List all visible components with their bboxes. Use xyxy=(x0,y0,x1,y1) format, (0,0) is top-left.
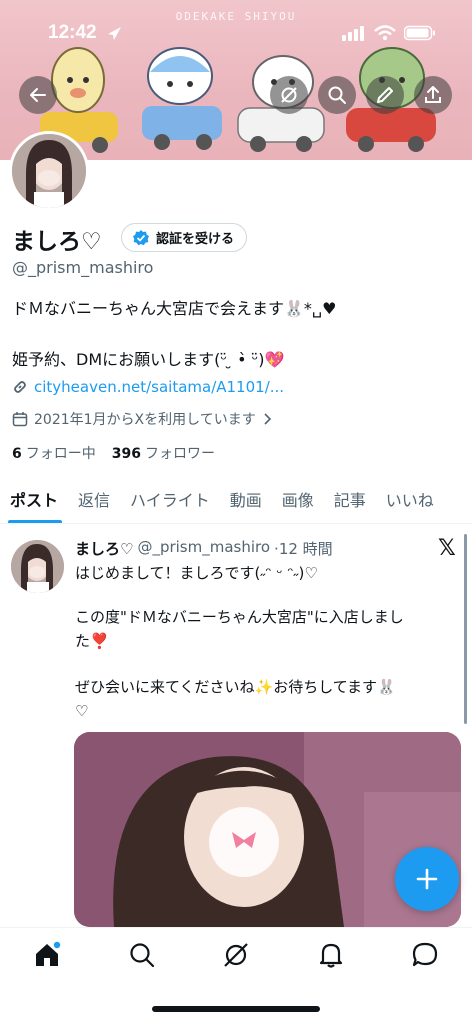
pencil-icon xyxy=(377,87,393,103)
tab-media[interactable]: 画像 xyxy=(272,478,324,523)
avatar-photo xyxy=(12,134,86,208)
chevron-right-icon xyxy=(264,413,271,425)
nav-notifications[interactable] xyxy=(316,940,346,970)
tab-highlights[interactable]: ハイライト xyxy=(120,478,220,523)
search-icon xyxy=(328,86,346,104)
post-text-line-4: ぜひ会いに来てくださいね✨お待ちしてます🐰 xyxy=(75,678,396,696)
post-author-name[interactable]: ましろ♡ xyxy=(75,538,133,559)
chat-icon xyxy=(412,942,438,967)
following-count: 6 xyxy=(12,446,22,462)
joined-date-text: 2021年1月からXを利用しています xyxy=(34,412,256,428)
followers-count: 396 xyxy=(111,446,141,462)
following-label: フォロー中 xyxy=(25,446,96,462)
search-icon xyxy=(130,943,155,968)
profile-link-text[interactable]: cityheaven.net/saitama/A1101/... xyxy=(34,378,284,396)
compose-button[interactable] xyxy=(395,847,459,911)
tab-posts[interactable]: ポスト xyxy=(0,478,68,523)
edit-button[interactable] xyxy=(366,76,404,114)
calendar-icon xyxy=(12,412,28,427)
cellular-signal-icon xyxy=(342,26,364,41)
verified-badge-icon xyxy=(133,229,149,245)
scrollbar[interactable] xyxy=(464,534,467,724)
post-text-line-2: この度"ドＭなバニーちゃん大宮店"に入店しまし xyxy=(75,608,404,626)
joined-date-row[interactable]: 2021年1月からXを利用しています xyxy=(12,409,272,429)
tab-articles[interactable]: 記事 xyxy=(324,478,376,523)
followers-label: フォロワー xyxy=(144,446,215,462)
home-indicator[interactable] xyxy=(152,1006,320,1012)
search-button[interactable] xyxy=(318,76,356,114)
tab-replies[interactable]: 返信 xyxy=(68,478,120,523)
following-stat[interactable]: 6 フォロー中 xyxy=(12,443,96,463)
follow-stats: 6 フォロー中 396 フォロワー xyxy=(12,443,215,463)
location-arrow-icon xyxy=(108,27,121,40)
bio-line-1: ドＭなバニーちゃん大宮店で会えます🐰*␣♥ xyxy=(12,299,337,318)
link-icon xyxy=(14,381,26,393)
get-verified-label: 認証を受ける xyxy=(156,232,235,247)
post-timestamp: ·12 時間 xyxy=(274,540,333,558)
profile-handle: @_prism_mashiro xyxy=(12,258,154,277)
nav-messages[interactable] xyxy=(410,940,440,970)
get-verified-button[interactable]: 認証を受ける xyxy=(121,223,248,252)
grok-button[interactable] xyxy=(270,76,308,114)
display-name: ましろ♡ xyxy=(12,229,102,255)
post-text-line-1: はじめまして！ましろです(˶ᵔ ᵕ ᵔ˶)♡ xyxy=(75,564,318,582)
grok-icon xyxy=(224,943,248,967)
bell-icon xyxy=(319,943,343,968)
profile-link[interactable]: cityheaven.net/saitama/A1101/... xyxy=(12,378,284,396)
share-button[interactable] xyxy=(414,76,452,114)
nav-home[interactable] xyxy=(32,940,62,970)
share-icon xyxy=(425,86,441,103)
battery-icon xyxy=(404,25,435,41)
grok-icon xyxy=(281,87,297,103)
nav-grok[interactable] xyxy=(221,940,251,970)
post-avatar[interactable] xyxy=(11,540,64,593)
back-arrow-icon xyxy=(30,88,46,102)
status-time: 12:42 xyxy=(48,22,97,43)
profile-tabs: ポスト 返信 ハイライト 動画 画像 記事 いいね xyxy=(0,478,472,524)
nav-search[interactable] xyxy=(127,940,157,970)
x-logo-icon: 𝕏 xyxy=(438,536,456,561)
tab-likes[interactable]: いいね xyxy=(376,478,444,523)
plus-icon xyxy=(416,868,438,890)
back-button[interactable] xyxy=(19,76,57,114)
post-text-line-5: ♡ xyxy=(75,702,89,720)
tab-videos[interactable]: 動画 xyxy=(220,478,272,523)
status-bar: 12:42 xyxy=(0,0,472,62)
profile-avatar[interactable] xyxy=(9,131,89,211)
post-avatar-photo xyxy=(11,540,64,593)
post-text-line-3: た❣️ xyxy=(75,632,109,650)
wifi-icon xyxy=(374,25,396,41)
followers-stat[interactable]: 396 フォロワー xyxy=(112,443,215,463)
bio-line-2: 姫予約、DMにお願いします(ᵕ̈ ̮ •̀ ᵕ̈)💖 xyxy=(12,350,285,369)
post-author-handle[interactable]: @_prism_mashiro xyxy=(137,538,270,559)
home-icon xyxy=(36,941,61,966)
post-header: ましろ♡ @_prism_mashiro ·12 時間 xyxy=(75,538,333,559)
profile-banner[interactable]: ODEKAKE SHIYOU 12:42 xyxy=(0,0,472,160)
